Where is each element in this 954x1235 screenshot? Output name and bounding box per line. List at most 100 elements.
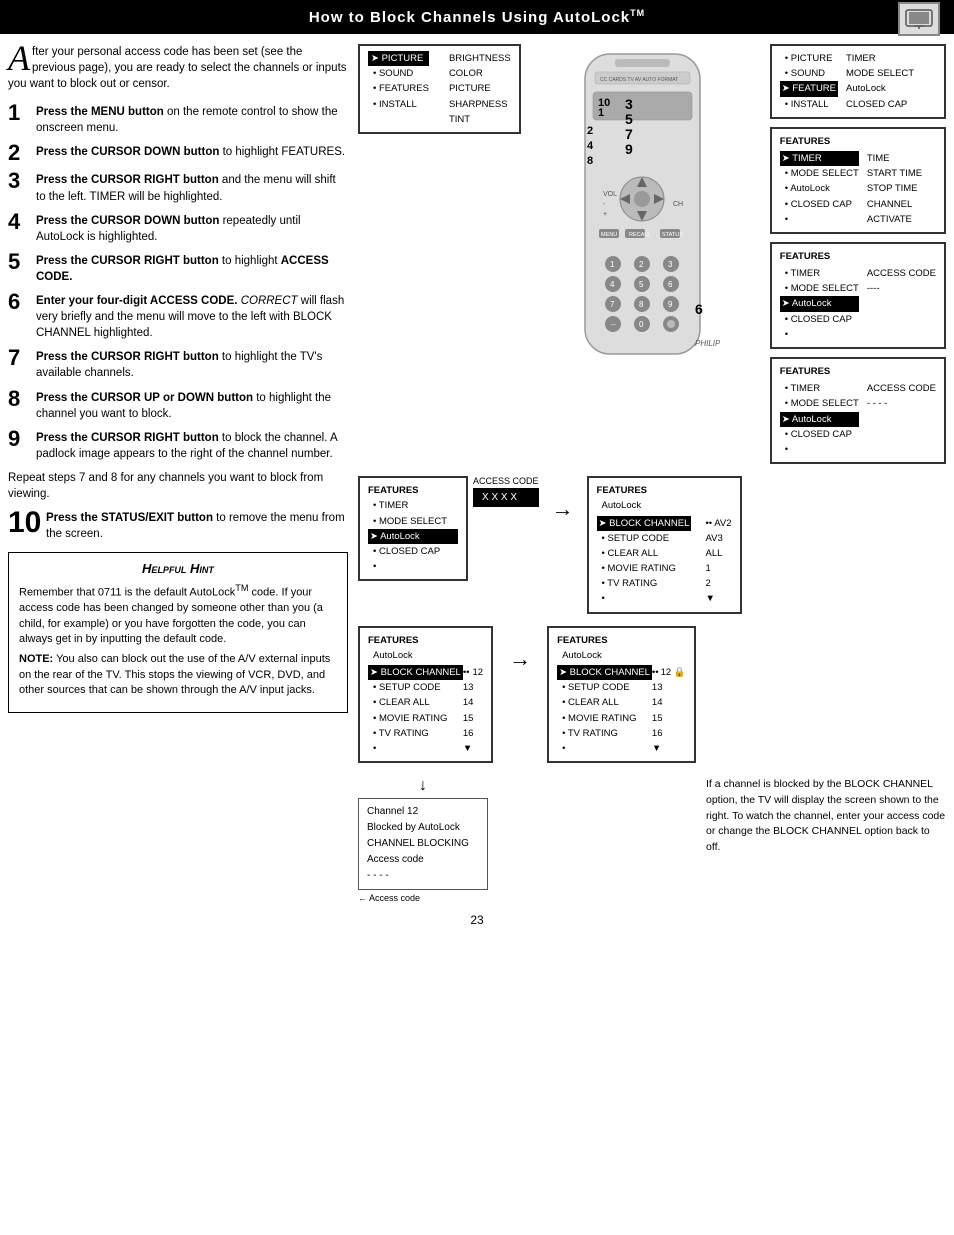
menu-features-autolock-right: ACCESS CODE ---- xyxy=(867,266,936,342)
menu-sharpness: SHARPNESS xyxy=(449,97,511,112)
step-3: 3 Press the CURSOR RIGHT button and the … xyxy=(8,172,348,204)
cb-access-label: Access code xyxy=(367,852,479,868)
step-num-7: 7 xyxy=(8,347,36,369)
mft-time: TIME xyxy=(867,151,922,166)
menu-feature-hl-content: • PICTURE • SOUND ➤ FEATURE • INSTALL TI… xyxy=(780,51,936,112)
remote-control: CC CARDS TV AV AUTO FORMAT 10 1 3 5 7 9 xyxy=(565,44,720,367)
mf-autolock: AutoLock xyxy=(846,81,914,96)
cb-blocked: Blocked by AutoLock xyxy=(367,820,479,836)
svg-text:7: 7 xyxy=(625,126,633,142)
right-menus: • PICTURE • SOUND ➤ FEATURE • INSTALL TI… xyxy=(770,44,946,464)
mf-closed-cap: CLOSED CAP xyxy=(846,97,914,112)
mcn-setup: • SETUP CODE xyxy=(368,680,463,695)
mft-autolock: • AutoLock xyxy=(780,181,859,196)
mbc-left: ➤ BLOCK CHANNEL • SETUP CODE • CLEAR ALL… xyxy=(597,516,692,607)
menu-tint: TINT xyxy=(449,112,511,127)
steps-list: 1 Press the MENU button on the remote co… xyxy=(8,104,348,542)
mcl-bullet: • xyxy=(557,741,652,756)
mf-sound: • SOUND xyxy=(780,66,838,81)
bottom-diagram-row: FEATURES AutoLock ➤ BLOCK CHANNEL • SETU… xyxy=(358,626,946,764)
mcn-left: ➤ BLOCK CHANNEL • SETUP CODE • CLEAR ALL… xyxy=(368,665,463,756)
lower-right-desc: If a channel is blocked by the BLOCK CHA… xyxy=(706,777,946,856)
mf-picture: • PICTURE xyxy=(780,51,838,66)
svg-text:9: 9 xyxy=(625,141,633,157)
menu-features-autolock-2-content: • TIMER • MODE SELECT ➤ AutoLock • CLOSE… xyxy=(780,381,936,457)
svg-text:--: -- xyxy=(611,322,616,329)
step-num-3: 3 xyxy=(8,170,36,192)
drop-cap: A xyxy=(8,44,30,73)
mfa-autolock-hl: ➤ AutoLock xyxy=(780,296,859,311)
mcn-ch12-row: •• 12 xyxy=(463,665,483,680)
svg-text:6: 6 xyxy=(668,280,673,289)
svg-text:6: 6 xyxy=(695,301,703,317)
step-content-1: Press the MENU button on the remote cont… xyxy=(36,104,348,136)
svg-text:3: 3 xyxy=(625,96,633,112)
menu-features-autolock-left: • TIMER • MODE SELECT ➤ AutoLock • CLOSE… xyxy=(780,266,859,342)
menu-picture-highlighted: ➤ PICTURE xyxy=(368,51,429,66)
menu-features-timer-right: TIME START TIME STOP TIME CHANNEL ACTIVA… xyxy=(867,151,922,227)
svg-text:2: 2 xyxy=(639,260,644,269)
top-diagram-row: ➤ PICTURE • SOUND • FEATURES • INSTALL B… xyxy=(358,44,946,464)
step-num-9: 9 xyxy=(8,428,36,450)
menu-sound: • SOUND xyxy=(368,66,429,81)
svg-text:3: 3 xyxy=(668,260,673,269)
mcl-movie: • MOVIE RATING xyxy=(557,711,652,726)
step-6: 6 Enter your four-digit ACCESS CODE. COR… xyxy=(8,293,348,341)
menu-picture-left: ➤ PICTURE • SOUND • FEATURES • INSTALL xyxy=(368,51,429,127)
arrow-down-blocked: ↓ xyxy=(358,777,488,795)
trademark: TM xyxy=(630,8,645,18)
svg-text:MENU: MENU xyxy=(601,232,617,238)
menu-features-autolock-content: • TIMER • MODE SELECT ➤ AutoLock • CLOSE… xyxy=(780,266,936,342)
mcn-right: •• 12 13 14 15 16 ▼ xyxy=(463,665,483,756)
svg-text:4: 4 xyxy=(610,280,615,289)
mfa2-mode-select: • MODE SELECT xyxy=(780,396,859,411)
cb-channel-blocking: CHANNEL BLOCKING xyxy=(367,836,479,852)
mfa-timer: • TIMER xyxy=(780,266,859,281)
menu-picture: ➤ PICTURE • SOUND • FEATURES • INSTALL B… xyxy=(358,44,521,134)
mfa2-timer: • TIMER xyxy=(780,381,859,396)
svg-text:8: 8 xyxy=(639,300,644,309)
mcl-setup: • SETUP CODE xyxy=(557,680,652,695)
hint-paragraph-1: Remember that 0711 is the default AutoLo… xyxy=(19,582,337,647)
menu-picture-content: ➤ PICTURE • SOUND • FEATURES • INSTALL B… xyxy=(368,51,511,127)
svg-text:CC CARDS TV AV AUTO FORMAT: CC CARDS TV AV AUTO FORMAT xyxy=(600,77,678,83)
mcl-block-hl: ➤ BLOCK CHANNEL xyxy=(557,665,652,680)
mcn-sub: AutoLock xyxy=(368,648,483,663)
step-content-2: Press the CURSOR DOWN button to highligh… xyxy=(36,144,345,160)
access-code-value: X X X X xyxy=(473,488,539,507)
menu-channels-nolock: FEATURES AutoLock ➤ BLOCK CHANNEL • SETU… xyxy=(358,626,493,764)
mcl-arrow-12: •• xyxy=(652,665,659,680)
step-10: 10 Press the STATUS/EXIT button to remov… xyxy=(8,510,348,542)
menu-brightness: BRIGHTNESS xyxy=(449,51,511,66)
mcn-down: ▼ xyxy=(463,741,483,756)
mac-autolock-hl: ➤ AutoLock xyxy=(368,529,458,544)
mac-bullet: • xyxy=(368,559,458,574)
menu-features-title-3: FEATURES xyxy=(780,364,936,379)
menu-feature-hl: • PICTURE • SOUND ➤ FEATURE • INSTALL TI… xyxy=(770,44,946,119)
menu-picture-right: BRIGHTNESS COLOR PICTURE SHARPNESS TINT xyxy=(449,51,511,127)
step-num-5: 5 xyxy=(8,251,36,273)
mft-timer-hl: ➤ TIMER xyxy=(780,151,859,166)
mcn-13: 13 xyxy=(463,680,483,695)
mcl-down: ▼ xyxy=(652,741,686,756)
mcl-12: 12 🔒 xyxy=(661,665,686,680)
hint-paragraph-2: NOTE: You also can block out the use of … xyxy=(19,652,337,698)
mbc-setup: • SETUP CODE xyxy=(597,531,692,546)
svg-text:CH: CH xyxy=(673,201,683,208)
menu-color: COLOR xyxy=(449,66,511,81)
mcl-16: 16 xyxy=(652,726,686,741)
mcn-content: ➤ BLOCK CHANNEL • SETUP CODE • CLEAR ALL… xyxy=(368,665,483,756)
step-1: 1 Press the MENU button on the remote co… xyxy=(8,104,348,136)
content-area: A fter your personal access code has bee… xyxy=(0,44,954,903)
mcl-left: ➤ BLOCK CHANNEL • SETUP CODE • CLEAR ALL… xyxy=(557,665,652,756)
step-content-6: Enter your four-digit ACCESS CODE. CORRE… xyxy=(36,293,348,341)
step-content-10: Press the STATUS/EXIT button to remove t… xyxy=(46,510,348,542)
corner-icon xyxy=(898,2,940,36)
svg-text:1: 1 xyxy=(610,260,615,269)
svg-text:VOL: VOL xyxy=(603,191,617,198)
mfa2-closed-cap: • CLOSED CAP xyxy=(780,427,859,442)
mfa2-dashes-spaced: - - - - xyxy=(867,396,936,411)
mbc-1: 1 xyxy=(705,561,731,576)
step-4: 4 Press the CURSOR DOWN button repeatedl… xyxy=(8,213,348,245)
mbc-block-hl: ➤ BLOCK CHANNEL xyxy=(597,516,692,531)
